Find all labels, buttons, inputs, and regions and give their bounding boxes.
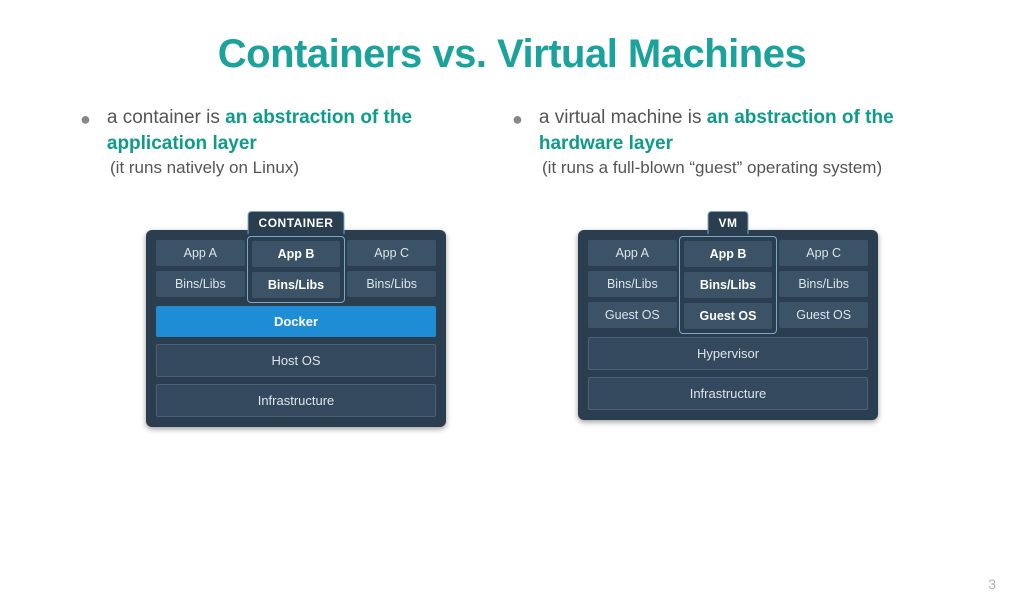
vm-app-b: App B (684, 241, 773, 267)
left-bullet-text: a container is an abstraction of the app… (107, 105, 512, 156)
right-bullet-text: a virtual machine is an abstraction of t… (539, 105, 944, 156)
vm-guest-a: Guest OS (588, 302, 677, 328)
vm-app-col-b: VM App B Bins/Libs Guest OS (679, 236, 778, 334)
container-diagram-wrap: App A Bins/Libs CONTAINER App B Bins/Lib… (80, 178, 512, 427)
container-app-a: App A (156, 240, 245, 266)
right-bullet: ● a virtual machine is an abstraction of… (512, 105, 944, 156)
container-app-col-a: App A Bins/Libs (156, 240, 245, 299)
container-bins-a: Bins/Libs (156, 271, 245, 297)
left-bullet-pre: a container is (107, 107, 225, 128)
host-os-row: Host OS (156, 344, 436, 377)
vm-app-c: App C (779, 240, 868, 266)
container-app-c: App C (347, 240, 436, 266)
vm-diagram-wrap: App A Bins/Libs Guest OS VM App B Bins/L… (512, 178, 944, 420)
right-sub: (it runs a full-blown “guest” operating … (542, 158, 944, 178)
vm-bins-c: Bins/Libs (779, 271, 868, 297)
left-column: ● a container is an abstraction of the a… (80, 105, 512, 427)
bullet-icon: ● (512, 109, 523, 130)
vm-apps-row: App A Bins/Libs Guest OS VM App B Bins/L… (588, 240, 868, 330)
right-column: ● a virtual machine is an abstraction of… (512, 105, 944, 427)
vm-bins-a: Bins/Libs (588, 271, 677, 297)
infra-row-left: Infrastructure (156, 384, 436, 417)
container-app-b: App B (252, 241, 341, 267)
container-label: CONTAINER (248, 211, 345, 234)
docker-row: Docker (156, 306, 436, 337)
left-bullet: ● a container is an abstraction of the a… (80, 105, 512, 156)
infra-row-right: Infrastructure (588, 377, 868, 410)
right-bullet-pre: a virtual machine is (539, 107, 707, 128)
vm-guest-c: Guest OS (779, 302, 868, 328)
container-app-col-b: CONTAINER App B Bins/Libs (247, 236, 346, 303)
bullet-icon: ● (80, 109, 91, 130)
hypervisor-row: Hypervisor (588, 337, 868, 370)
container-apps-row: App A Bins/Libs CONTAINER App B Bins/Lib… (156, 240, 436, 299)
vm-guest-b: Guest OS (684, 303, 773, 329)
container-app-col-c: App C Bins/Libs (347, 240, 436, 299)
slide-title: Containers vs. Virtual Machines (0, 32, 1024, 77)
container-bins-b: Bins/Libs (252, 272, 341, 298)
columns: ● a container is an abstraction of the a… (0, 105, 1024, 427)
vm-app-col-c: App C Bins/Libs Guest OS (779, 240, 868, 330)
vm-bins-b: Bins/Libs (684, 272, 773, 298)
vm-diagram: App A Bins/Libs Guest OS VM App B Bins/L… (578, 230, 878, 420)
vm-app-col-a: App A Bins/Libs Guest OS (588, 240, 677, 330)
container-bins-c: Bins/Libs (347, 271, 436, 297)
container-diagram: App A Bins/Libs CONTAINER App B Bins/Lib… (146, 230, 446, 427)
vm-app-a: App A (588, 240, 677, 266)
vm-label: VM (708, 211, 749, 234)
left-sub: (it runs natively on Linux) (110, 158, 512, 178)
page-number: 3 (988, 576, 996, 592)
